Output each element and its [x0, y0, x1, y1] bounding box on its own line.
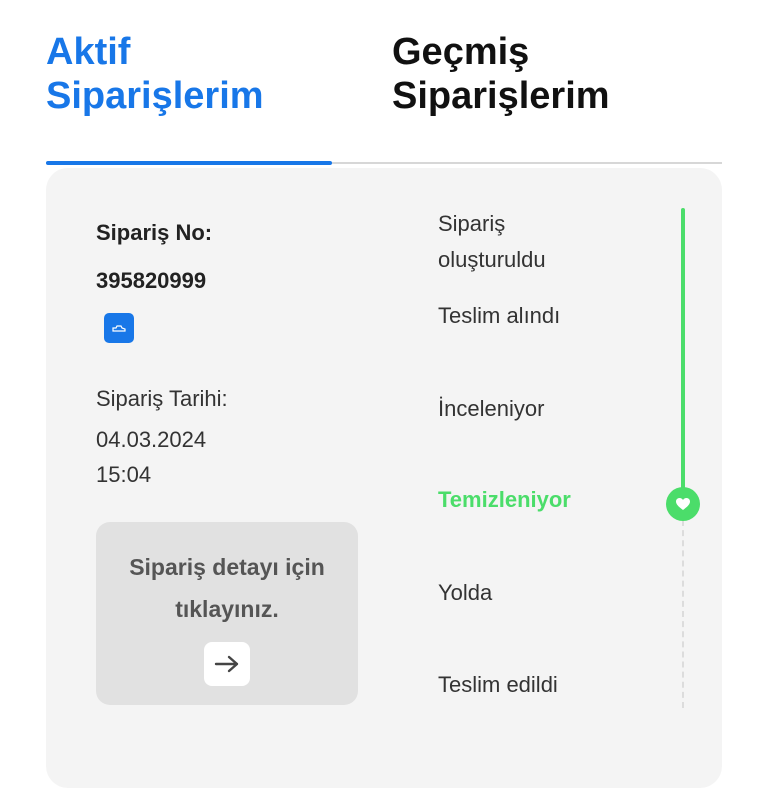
- tabs-divider: [46, 161, 722, 165]
- order-date: 04.03.2024: [96, 427, 207, 452]
- timeline-progress-line: [681, 208, 685, 504]
- order-detail-text: Sipariş detayı için tıklayınız.: [129, 554, 325, 622]
- timeline-current-marker: [666, 487, 700, 521]
- status-step-cleaning: Temizleniyor: [438, 487, 571, 512]
- status-step-delivered: Teslim edildi: [438, 672, 558, 697]
- order-time: 15:04: [96, 462, 152, 487]
- tab-past-orders[interactable]: Geçmiş Siparişlerim: [392, 30, 652, 118]
- order-date-label: Sipariş Tarihi:: [96, 386, 228, 411]
- status-step-created: Sipariş oluşturuldu: [438, 211, 546, 272]
- check-icon: [676, 498, 690, 510]
- timeline-pending-line: [682, 520, 684, 708]
- order-card: Sipariş No: 395820999 Sipariş Tarihi: 04…: [46, 168, 722, 788]
- copy-icon: [112, 325, 126, 332]
- status-step-picked-up: Teslim alındı: [438, 303, 561, 328]
- active-tab-indicator: [46, 161, 332, 165]
- tab-past-orders-label: Geçmiş Siparişlerim: [392, 31, 610, 117]
- arrow-right-icon: [214, 655, 239, 673]
- order-detail-button[interactable]: Sipariş detayı için tıklayınız.: [96, 522, 358, 705]
- tab-active-orders-label: Aktif Siparişlerim: [46, 31, 264, 117]
- order-tabs: Aktif Siparişlerim Geçmiş Siparişlerim: [46, 30, 722, 165]
- order-number-value: 395820999: [96, 268, 207, 293]
- copy-order-number-button[interactable]: [104, 313, 134, 343]
- tab-active-orders[interactable]: Aktif Siparişlerim: [46, 30, 286, 118]
- order-detail-arrow: [204, 642, 250, 686]
- order-date-value: 04.03.2024 15:04: [96, 422, 206, 492]
- status-step-reviewing: İnceleniyor: [438, 396, 545, 421]
- status-step-on-the-way: Yolda: [438, 580, 493, 605]
- order-number-label: Sipariş No:: [96, 220, 213, 245]
